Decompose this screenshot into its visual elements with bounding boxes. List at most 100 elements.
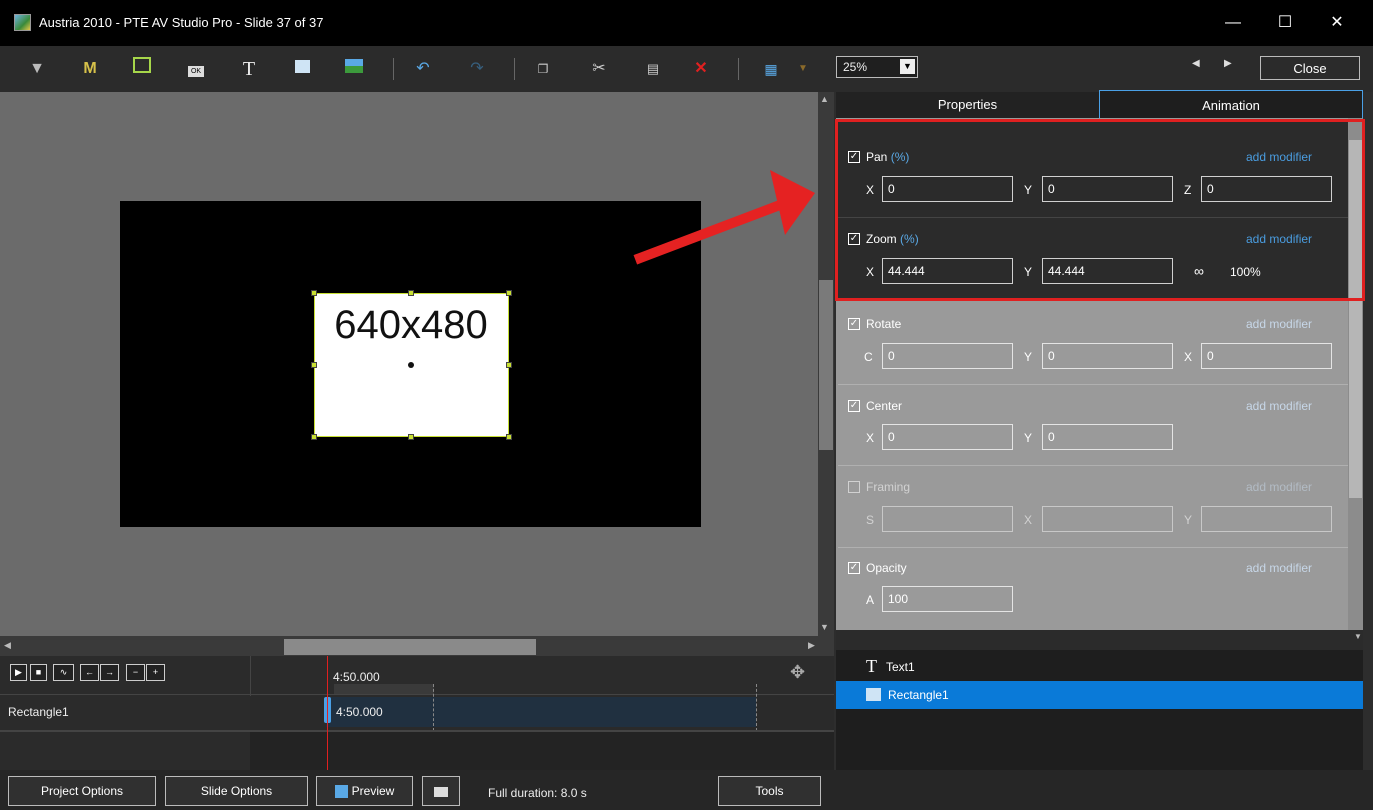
stop-icon[interactable]: ■ (30, 664, 47, 681)
preview-label: Preview (351, 784, 395, 798)
timeline-clip[interactable] (326, 697, 756, 727)
framing-y-input[interactable] (1201, 506, 1332, 532)
center-label: Center (866, 399, 903, 413)
camera-icon[interactable]: ▼ (24, 56, 50, 82)
center-checkbox[interactable]: ✓ (848, 400, 860, 412)
mask-icon[interactable]: M (77, 56, 103, 82)
arrow-right-icon[interactable]: → (100, 664, 119, 681)
center-y-input[interactable]: 0 (1042, 424, 1173, 450)
grid-icon[interactable]: ▦ (758, 56, 784, 82)
screen-icon (434, 786, 448, 797)
close-button[interactable]: Close (1260, 56, 1360, 80)
center-add-modifier-link[interactable]: add modifier (1246, 399, 1312, 413)
framing-s-input[interactable] (882, 506, 1013, 532)
center-x-label: X (866, 431, 875, 445)
text-icon[interactable]: T (236, 56, 262, 82)
rotate-y-input[interactable]: 0 (1042, 343, 1173, 369)
paste-icon[interactable]: ▤ (640, 56, 666, 82)
opacity-add-modifier-link[interactable]: add modifier (1246, 561, 1312, 575)
grid-dropdown-icon[interactable]: ▼ (790, 56, 816, 82)
image-icon[interactable] (341, 56, 367, 82)
scroll-down-icon[interactable]: ▼ (1354, 632, 1362, 641)
framing-label: Framing (866, 480, 911, 494)
scroll-down-icon[interactable]: ▼ (820, 622, 829, 632)
framing-x-input[interactable] (1042, 506, 1173, 532)
framing-section: Framing add modifier S X Y (838, 470, 1348, 540)
rectangle-icon[interactable] (289, 56, 315, 82)
fullscreen-button[interactable] (422, 776, 460, 806)
opacity-a-label: A (866, 593, 875, 607)
chevron-down-icon[interactable]: ▼ (900, 59, 915, 74)
resize-handle[interactable] (506, 362, 512, 368)
redo-icon[interactable]: ↷ (464, 56, 490, 82)
rectangle-object-icon (866, 688, 881, 701)
preview-button[interactable]: Preview (316, 776, 413, 806)
resize-handle[interactable] (408, 434, 414, 440)
copy-icon[interactable]: ❐ (530, 56, 556, 82)
timeline-divider (0, 694, 834, 695)
maximize-button[interactable]: ☐ (1262, 8, 1308, 38)
full-duration: Full duration: 8.0 s (488, 786, 587, 800)
framing-add-modifier-link[interactable]: add modifier (1246, 480, 1312, 494)
section-divider (838, 384, 1348, 385)
toolbar-separator (393, 58, 394, 80)
preview-icon (334, 785, 348, 799)
window-close-button[interactable]: ✕ (1314, 8, 1360, 38)
resize-handle[interactable] (311, 362, 317, 368)
center-point[interactable] (408, 362, 414, 368)
opacity-a-input[interactable]: 100 (882, 586, 1013, 612)
play-icon[interactable]: ▶ (10, 664, 27, 681)
resize-handle[interactable] (311, 290, 317, 296)
clip-time: 4:50.000 (336, 705, 383, 719)
scroll-right-icon[interactable]: ▶ (808, 640, 815, 651)
rotate-x-label: X (1184, 350, 1193, 364)
timeline-lower-track[interactable] (250, 732, 834, 770)
move-icon[interactable]: ✥ (790, 662, 805, 683)
zoom-select[interactable]: 25% ▼ (836, 56, 918, 78)
previous-slide-button[interactable]: ◀ (1192, 58, 1200, 69)
opacity-checkbox[interactable]: ✓ (848, 562, 860, 574)
rotate-add-modifier-link[interactable]: add modifier (1246, 317, 1312, 331)
toolbar-separator (514, 58, 515, 80)
center-x-input[interactable]: 0 (882, 424, 1013, 450)
rotate-c-input[interactable]: 0 (882, 343, 1013, 369)
project-options-button[interactable]: Project Options (8, 776, 156, 806)
zoom-value: 25% (843, 60, 868, 74)
framing-x-label: X (1024, 513, 1033, 527)
rotate-label: Rotate (866, 317, 902, 331)
waveform-icon[interactable]: ∿ (53, 664, 74, 681)
tab-animation[interactable]: Animation (1099, 90, 1363, 118)
tab-properties[interactable]: Properties (836, 92, 1099, 118)
rotate-x-input[interactable]: 0 (1201, 343, 1332, 369)
red-arrow (633, 170, 815, 265)
playhead[interactable] (327, 656, 328, 770)
section-divider (838, 547, 1348, 548)
slide-options-button[interactable]: Slide Options (165, 776, 308, 806)
next-slide-button[interactable]: ▶ (1224, 58, 1232, 69)
list-item-rectangle1[interactable]: Rectangle1 (836, 681, 1363, 709)
opacity-label: Opacity (866, 561, 907, 575)
frame-icon[interactable] (129, 56, 155, 82)
resize-handle[interactable] (311, 434, 317, 440)
cut-icon[interactable]: ✂ (586, 56, 612, 82)
scroll-up-icon[interactable]: ▲ (820, 94, 829, 104)
toolbar-separator (738, 58, 739, 80)
delete-icon[interactable]: ✕ (688, 56, 714, 82)
resize-handle[interactable] (506, 434, 512, 440)
resize-handle[interactable] (408, 290, 414, 296)
undo-icon[interactable]: ↶ (410, 56, 436, 82)
rotate-checkbox[interactable]: ✓ (848, 318, 860, 330)
framing-checkbox[interactable] (848, 481, 860, 493)
timeline-time: 4:50.000 (333, 670, 380, 684)
scroll-left-icon[interactable]: ◀ (4, 640, 11, 651)
resize-handle[interactable] (506, 290, 512, 296)
canvas-vertical-scroll-thumb[interactable] (819, 280, 833, 450)
zoom-out-icon[interactable]: − (126, 664, 145, 681)
zoom-in-icon[interactable]: + (146, 664, 165, 681)
minimize-button[interactable]: — (1210, 8, 1256, 38)
canvas-horizontal-scroll-thumb[interactable] (284, 639, 536, 655)
button-icon[interactable]: OK (183, 56, 209, 82)
tools-button[interactable]: Tools (718, 776, 821, 806)
list-item-text1[interactable]: T Text1 (836, 655, 1363, 679)
arrow-left-icon[interactable]: ← (80, 664, 99, 681)
